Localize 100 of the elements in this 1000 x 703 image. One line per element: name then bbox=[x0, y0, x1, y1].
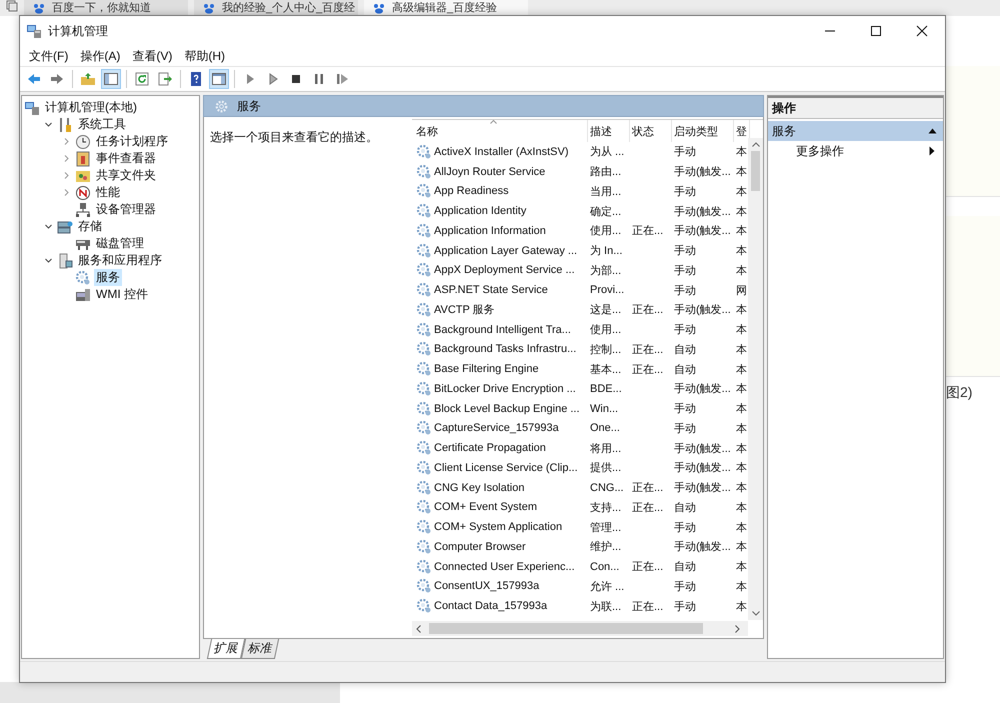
table-cell: 本 bbox=[736, 344, 747, 356]
gear-icon bbox=[416, 460, 432, 476]
paw-icon bbox=[202, 2, 216, 14]
menu-item[interactable]: 文件(F) bbox=[24, 48, 74, 64]
menu-item[interactable]: 操作(A) bbox=[75, 48, 126, 64]
table-cell: 正在... bbox=[632, 364, 664, 376]
table-cell: Background Intelligent Tra... bbox=[434, 324, 571, 336]
tree-item[interactable]: 系统工具 bbox=[22, 116, 199, 133]
panel-title: 服务 bbox=[237, 98, 261, 114]
column-header[interactable]: 描述 bbox=[588, 120, 630, 142]
close-icon bbox=[916, 25, 928, 37]
tree-item[interactable]: 设备管理器 bbox=[22, 201, 199, 218]
gear-icon bbox=[416, 302, 432, 318]
wmi-icon bbox=[75, 286, 91, 302]
table-cell: 本 bbox=[736, 600, 747, 613]
table-cell: Background Tasks Infrastru... bbox=[434, 343, 576, 356]
actions-section[interactable]: 服务 bbox=[768, 121, 943, 141]
scrollbar[interactable] bbox=[412, 621, 748, 636]
gear-icon bbox=[416, 361, 432, 378]
table-cell: Application Information bbox=[434, 224, 546, 237]
view-tab[interactable]: 扩展 bbox=[206, 639, 246, 659]
gear-icon bbox=[416, 183, 432, 200]
table-cell: 路由... bbox=[590, 166, 622, 178]
tree-item[interactable]: 共享文件夹 bbox=[22, 167, 199, 184]
gear-icon bbox=[416, 341, 432, 358]
window-title: 计算机管理 bbox=[48, 22, 108, 40]
tree-item[interactable]: 任务计划程序 bbox=[22, 133, 199, 150]
browser-tab[interactable]: 我的经验_个人中心_百度经 bbox=[194, 0, 358, 15]
folder-icon bbox=[80, 71, 96, 87]
storage-icon bbox=[57, 218, 73, 234]
table-cell: 手动 bbox=[674, 600, 696, 613]
menu-item[interactable]: 帮助(H) bbox=[179, 48, 230, 64]
tree-item[interactable]: 服务 bbox=[22, 269, 199, 286]
table-cell: Con... bbox=[590, 560, 620, 573]
tree-item[interactable]: 性能 bbox=[22, 184, 199, 201]
table-cell: 允许 ... bbox=[590, 580, 624, 593]
gear-icon bbox=[416, 538, 432, 555]
gear-icon bbox=[416, 282, 432, 298]
browser-tab[interactable]: 高级编辑器_百度经验 bbox=[364, 0, 528, 15]
table-cell: Connected User Experienc... bbox=[434, 560, 575, 573]
back-arrow-icon bbox=[26, 71, 42, 87]
action-item[interactable]: 更多操作 bbox=[768, 141, 943, 161]
table-cell: 正在... bbox=[632, 561, 664, 574]
table-cell: 手动(触发... bbox=[674, 383, 731, 396]
table-cell: 手动 bbox=[674, 146, 696, 158]
pane-button[interactable] bbox=[101, 69, 121, 89]
column-header[interactable]: 名称 bbox=[412, 120, 588, 142]
table-cell: Base Filtering Engine bbox=[434, 363, 539, 376]
computer-icon bbox=[24, 100, 40, 116]
table-cell: COM+ Event System bbox=[434, 501, 538, 514]
gear-icon bbox=[416, 480, 432, 496]
tools-icon bbox=[57, 116, 73, 132]
table-cell: 正在... bbox=[632, 344, 664, 356]
scroll-thumb[interactable] bbox=[429, 623, 703, 634]
table-cell: 手动(触发... bbox=[674, 482, 731, 494]
table-cell: 为部... bbox=[590, 264, 622, 277]
table-cell: 手动 bbox=[674, 403, 696, 416]
column-header[interactable]: 启动类型 bbox=[672, 120, 734, 142]
table-cell: 本 bbox=[736, 383, 747, 396]
tree-item[interactable]: 磁盘管理 bbox=[22, 235, 199, 252]
table-cell: COM+ System Application bbox=[434, 521, 562, 534]
table-cell: ActiveX Installer (AxInstSV) bbox=[434, 146, 568, 158]
table-cell: 本 bbox=[736, 462, 747, 474]
table-cell: 手动(触发... bbox=[674, 304, 731, 316]
table-cell: 正在... bbox=[632, 482, 664, 494]
table-cell: ConsentUX_157993a bbox=[434, 580, 540, 592]
table-cell-text: AVCTP 服务 bbox=[434, 303, 495, 318]
table-cell: 本 bbox=[736, 422, 747, 435]
column-header[interactable]: 状态 bbox=[630, 120, 672, 142]
clock-icon bbox=[75, 134, 91, 150]
gear-icon bbox=[416, 420, 432, 436]
refresh-icon bbox=[134, 71, 150, 87]
table-cell: BDE... bbox=[590, 382, 622, 395]
view-tab[interactable]: 标准 bbox=[240, 639, 280, 659]
table-cell: 本 bbox=[736, 580, 747, 593]
tree-item[interactable]: 服务和应用程序 bbox=[22, 252, 199, 269]
tree-item[interactable]: 存储 bbox=[22, 218, 199, 235]
pane-button[interactable] bbox=[209, 69, 229, 89]
table-cell: 基本... bbox=[590, 364, 622, 376]
table-cell: 手动(触发... bbox=[674, 206, 731, 218]
table-cell: Contact Data_157993a bbox=[434, 600, 548, 612]
browser-tab[interactable]: 百度一下，你就知道 bbox=[24, 0, 188, 15]
tree-item[interactable]: 事件查看器 bbox=[22, 150, 199, 167]
table-cell: 手动 bbox=[674, 324, 696, 336]
table-cell: 本 bbox=[736, 304, 747, 316]
table-cell: 手动 bbox=[674, 264, 696, 277]
scrollbar[interactable] bbox=[748, 138, 763, 620]
table-cell: Computer Browser bbox=[434, 540, 526, 553]
table-cell: 当用... bbox=[590, 186, 622, 198]
tree-item[interactable]: 计算机管理(本地) bbox=[22, 99, 199, 116]
menu-item[interactable]: 查看(V) bbox=[127, 48, 178, 64]
scroll-thumb[interactable] bbox=[751, 151, 760, 191]
table-cell: 正在... bbox=[632, 600, 664, 613]
table-cell: 自动 bbox=[674, 364, 696, 376]
export-icon bbox=[157, 71, 173, 87]
table-cell: 正在... bbox=[632, 225, 664, 238]
actions-title: 操作 bbox=[772, 100, 796, 116]
tree-item[interactable]: WMI 控件 bbox=[22, 286, 199, 303]
table-cell: 确定... bbox=[590, 206, 622, 218]
minimize-icon bbox=[824, 30, 836, 32]
